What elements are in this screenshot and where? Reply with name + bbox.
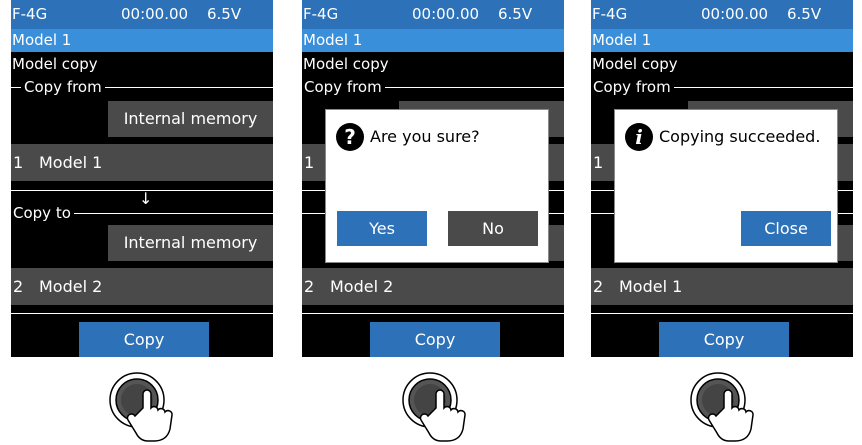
yes-button[interactable]: Yes: [337, 211, 427, 246]
status-timer: 00:00.00: [412, 5, 480, 23]
dial-press-icon: [690, 372, 754, 442]
divider: [11, 313, 273, 314]
copy-from-label: Copy from: [21, 77, 105, 97]
copy-to-model-number: 2: [593, 277, 604, 296]
copy-to-section: Copy to: [11, 203, 273, 223]
status-voltage: 6.5V: [787, 5, 822, 23]
copy-to-model-number: 2: [13, 277, 24, 296]
model-bar: Model 1: [591, 29, 853, 52]
page-title: Model copy: [592, 55, 678, 73]
status-bar: F-4G 00:00.00 6.5V: [591, 0, 853, 29]
copy-from-model-row[interactable]: 1 Model 1: [11, 144, 273, 181]
divider: [591, 313, 853, 314]
page-title: Model copy: [303, 55, 389, 73]
dialog-message: Copying succeeded.: [659, 127, 821, 146]
screen-confirm: F-4G 00:00.00 6.5V Model 1 Model copy Co…: [302, 0, 564, 357]
copy-button[interactable]: Copy: [659, 322, 789, 357]
page-title: Model copy: [12, 55, 98, 73]
copy-from-label: Copy from: [591, 77, 674, 97]
status-model: F-4G: [12, 5, 48, 23]
status-voltage: 6.5V: [498, 5, 533, 23]
copy-to-label: Copy to: [11, 203, 74, 223]
copy-to-memory-button[interactable]: Internal memory: [108, 225, 273, 261]
copy-from-label: Copy from: [302, 77, 385, 97]
copy-from-section: Copy from: [302, 77, 564, 97]
copy-button[interactable]: Copy: [370, 322, 500, 357]
confirm-dialog: ? Are you sure? Yes No: [325, 109, 549, 263]
divider: [302, 313, 564, 314]
screen-copy-setup: F-4G 00:00.00 6.5V Model 1 Model copy Co…: [11, 0, 273, 357]
copy-button[interactable]: Copy: [79, 322, 209, 357]
copy-from-model-number: 1: [304, 153, 315, 172]
status-model: F-4G: [303, 5, 339, 23]
status-model: F-4G: [592, 5, 628, 23]
copy-from-memory-button[interactable]: Internal memory: [108, 101, 273, 137]
copy-to-model-name: Model 2: [39, 277, 103, 296]
copy-to-model-name: Model 2: [330, 277, 394, 296]
copy-from-model-number: 1: [593, 153, 604, 172]
copy-to-model-row[interactable]: 2 Model 1: [591, 268, 853, 305]
model-bar: Model 1: [11, 29, 273, 52]
copy-to-model-number: 2: [304, 277, 315, 296]
dial-press-icon: [402, 372, 466, 442]
close-button[interactable]: Close: [741, 211, 831, 246]
copy-from-section: Copy from: [591, 77, 853, 97]
copy-to-model-row[interactable]: 2 Model 2: [11, 268, 273, 305]
model-bar: Model 1: [302, 29, 564, 52]
copy-from-model-name: Model 1: [39, 153, 103, 172]
status-voltage: 6.5V: [207, 5, 242, 23]
success-dialog: i Copying succeeded. Close: [614, 109, 838, 263]
status-timer: 00:00.00: [121, 5, 189, 23]
copy-from-model-number: 1: [13, 153, 24, 172]
copy-from-section: Copy from: [11, 77, 273, 97]
dialog-message: Are you sure?: [370, 127, 480, 146]
dial-press-icon: [109, 372, 173, 442]
screen-success: F-4G 00:00.00 6.5V Model 1 Model copy Co…: [591, 0, 853, 357]
status-bar: F-4G 00:00.00 6.5V: [11, 0, 273, 29]
no-button[interactable]: No: [448, 211, 538, 246]
copy-to-model-row[interactable]: 2 Model 2: [302, 268, 564, 305]
copy-to-model-name: Model 1: [619, 277, 683, 296]
status-timer: 00:00.00: [701, 5, 769, 23]
status-bar: F-4G 00:00.00 6.5V: [302, 0, 564, 29]
info-icon: i: [625, 123, 653, 151]
question-icon: ?: [336, 123, 364, 151]
